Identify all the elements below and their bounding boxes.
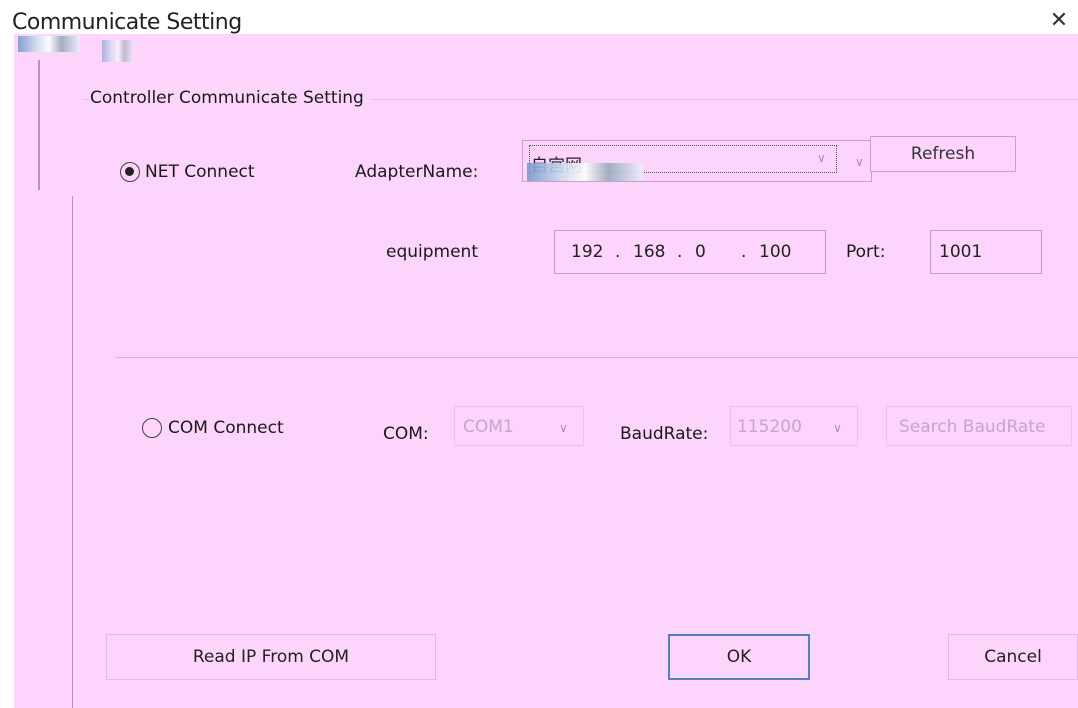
ok-button[interactable]: OK [668,634,810,680]
net-connect-label: NET Connect [145,162,255,182]
close-icon[interactable]: ✕ [1048,10,1070,32]
chevron-down-icon: ∨ [559,421,568,435]
left-divider-lower [72,196,73,708]
refresh-button[interactable]: Refresh [870,136,1016,172]
com-value: COM1 [463,417,514,437]
equipment-label: equipment [386,242,478,262]
baud-rate-value: 115200 [737,417,802,437]
ip-octet-2: 168 [633,242,666,262]
port-value: 1001 [939,242,983,262]
group-title: Controller Communicate Setting [90,88,370,108]
ip-octet-4: 100 [759,242,792,262]
chevron-down-icon: ∨ [833,421,842,435]
com-select[interactable]: COM1 ∨ [454,406,584,446]
settings-icon [102,40,134,62]
search-baud-rate-button[interactable]: Search BaudRate [886,406,1072,446]
left-divider [38,60,40,190]
port-label: Port: [846,242,886,262]
left-border [0,34,14,708]
ip-dot: . [615,242,621,262]
adapter-name-label: AdapterName: [355,162,479,182]
read-ip-from-com-button[interactable]: Read IP From COM [106,634,436,680]
baud-rate-select[interactable]: 115200 ∨ [730,406,858,446]
com-connect-radio[interactable] [142,418,162,438]
adapter-glitch [527,163,643,181]
ip-octet-3: 0 [695,242,706,262]
window-title: Communicate Setting [12,10,242,35]
ip-octet-1: 192 [571,242,604,262]
baud-rate-label: BaudRate: [620,424,709,444]
ip-address-field[interactable]: 192 . 168 . 0 . 100 [554,230,826,274]
ip-dot: . [677,242,683,262]
app-icon [18,36,80,52]
net-connect-radio[interactable] [120,162,140,182]
port-input[interactable]: 1001 [930,230,1042,274]
chevron-down-icon: ∨ [855,155,864,169]
search-baud-rate-label: Search BaudRate [899,417,1046,437]
section-separator [116,357,1078,358]
com-connect-label: COM Connect [168,418,284,438]
cancel-button[interactable]: Cancel [948,634,1078,680]
chevron-down-icon: ∨ [817,151,826,165]
adapter-select[interactable]: 自宫网 ∨ ∨ [522,140,872,182]
com-label: COM: [383,424,429,444]
ip-dot: . [741,242,747,262]
title-bar: Communicate Setting ✕ [0,0,1078,35]
